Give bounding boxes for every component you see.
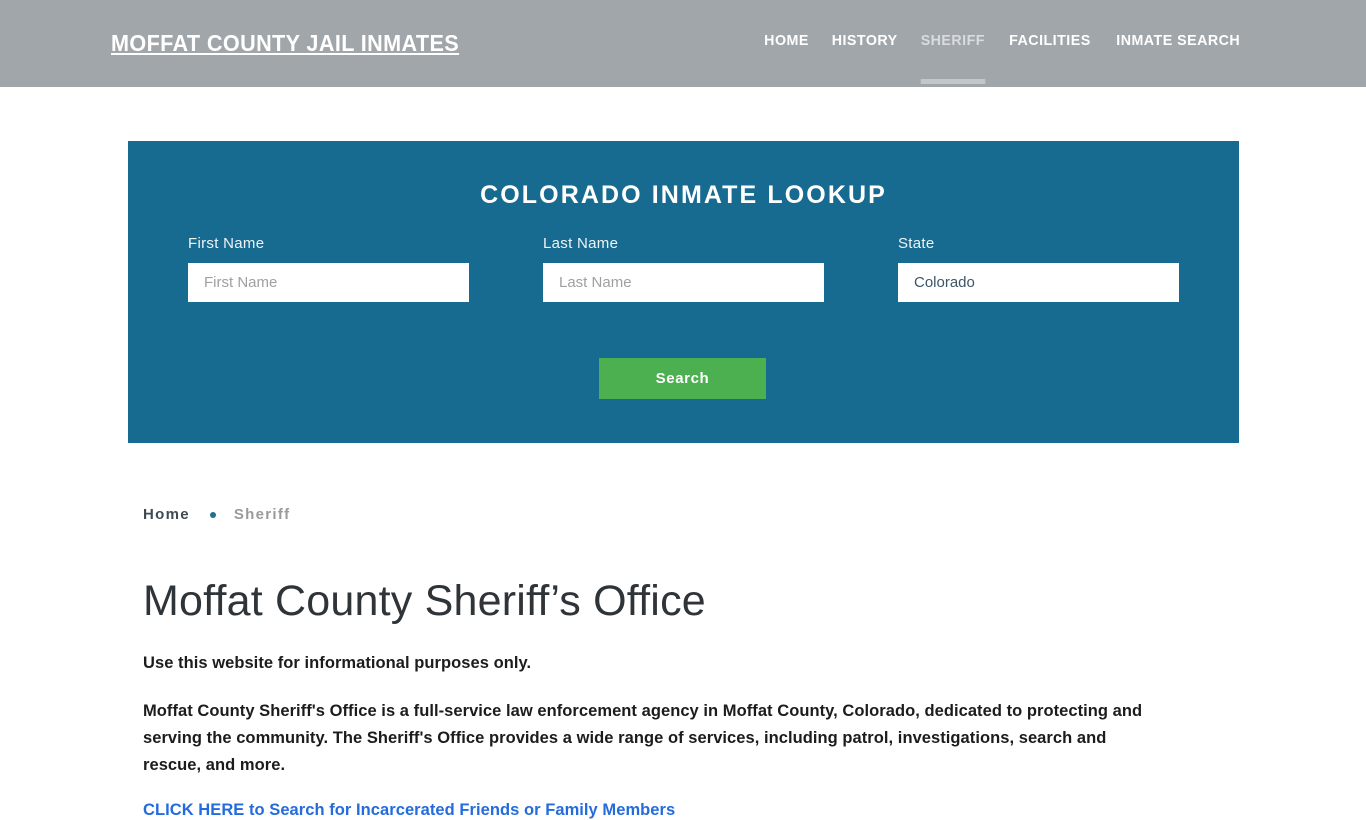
lookup-panel-title: COLORADO INMATE LOOKUP: [480, 181, 887, 209]
breadcrumb-separator-icon: [209, 511, 216, 518]
breadcrumb-item-sheriff: Sheriff: [233, 506, 291, 523]
nav-active-indicator: [920, 79, 986, 84]
nav-item-inmate-search[interactable]: INMATE SEARCH: [1106, 32, 1249, 49]
last-name-input[interactable]: [543, 263, 824, 302]
agency-description: Moffat County Sheriff's Office is a full…: [143, 702, 1143, 774]
first-name-input[interactable]: [188, 263, 469, 302]
search-button[interactable]: Search: [599, 358, 766, 399]
inmate-lookup-panel: COLORADO INMATE LOOKUP First Name Last N…: [128, 141, 1239, 443]
lookup-field-row: First Name Last Name State Colorado: [128, 235, 1239, 305]
nav-item-facilities[interactable]: FACILITIES: [999, 32, 1100, 49]
last-name-label: Last Name: [543, 235, 619, 252]
first-name-field-group: First Name: [188, 235, 469, 302]
nav-item-sheriff[interactable]: SHERIFF: [911, 32, 994, 84]
page-title: Moffat County Sheriff’s Office: [143, 577, 706, 625]
informational-notice: Use this website for informational purpo…: [143, 653, 532, 672]
main-navigation: HOME HISTORY SHERIFF FACILITIES INMATE S…: [753, 32, 1253, 84]
state-field-group: State Colorado: [898, 235, 1179, 302]
site-brand-logo[interactable]: Moffat County Jail Inmates: [111, 30, 459, 57]
state-label: State: [898, 235, 935, 252]
main-content: Moffat County Sheriff’s Office Use this …: [143, 575, 1223, 820]
last-name-field-group: Last Name: [543, 235, 824, 302]
breadcrumb-item-home[interactable]: Home: [143, 506, 190, 523]
nav-item-history[interactable]: HISTORY: [822, 32, 907, 49]
first-name-label: First Name: [188, 235, 265, 252]
inmate-search-cta-link[interactable]: CLICK HERE to Search for Incarcerated Fr…: [143, 801, 675, 820]
breadcrumb: Home Sheriff: [143, 506, 290, 523]
site-header: Moffat County Jail Inmates HOME HISTORY …: [0, 0, 1366, 87]
state-select[interactable]: Colorado: [898, 263, 1179, 302]
nav-item-home[interactable]: HOME: [754, 32, 818, 49]
